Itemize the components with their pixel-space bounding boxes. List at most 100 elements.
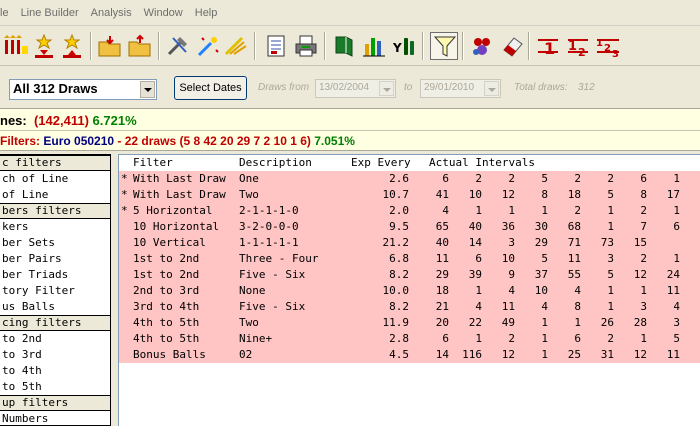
- draws-from-select[interactable]: 13/02/2004: [315, 79, 396, 98]
- chevron-down-icon[interactable]: [140, 81, 155, 98]
- cell-description: Two: [239, 316, 259, 329]
- cell-exp-every: 8.2: [389, 268, 409, 281]
- table-row[interactable]: * With Last Draw Two 10.7 41 10 12 8 18 5 8 17: [119, 187, 700, 203]
- menu-item[interactable]: Help: [189, 7, 224, 19]
- draws-select[interactable]: All 312 Draws: [9, 79, 157, 100]
- filter-tree-item[interactable]: ber Sets: [0, 235, 110, 251]
- cell-interval: 17: [666, 188, 680, 201]
- status1-prefix: nes:: [0, 113, 27, 128]
- table-row[interactable]: 10 Vertical 1-1-1-1-1 21.2 40 14 3 29 71 73 15: [119, 235, 700, 251]
- menu-item[interactable]: le: [0, 7, 15, 19]
- number-one-two-icon[interactable]: 12: [564, 32, 592, 60]
- filter-group-header[interactable]: bers filters: [0, 203, 110, 219]
- cell-exp-every: 8.2: [389, 300, 409, 313]
- menu-item[interactable]: Line Builder: [15, 7, 85, 19]
- cell-exp-every: 21.2: [382, 236, 410, 249]
- cell-interval: 1: [673, 172, 680, 185]
- book-icon[interactable]: [330, 32, 358, 60]
- cell-exp-every: 4.5: [389, 348, 409, 361]
- wand-icon[interactable]: [194, 32, 222, 60]
- filter-tree-item[interactable]: ber Triads: [0, 267, 110, 283]
- cell-exp-every: 10.0: [382, 284, 410, 297]
- filter-tree-item[interactable]: of Line: [0, 187, 110, 203]
- chevron-down-icon[interactable]: [379, 81, 394, 96]
- cell-filter: 4th to 5th: [133, 316, 200, 329]
- cell-filter: With Last Draw: [133, 188, 226, 201]
- combinations-status: nes: (142,411) 6.721%: [0, 109, 700, 131]
- draws-from-label: Draws from: [258, 82, 310, 93]
- menu-bar: le Line Builder Analysis Window Help: [0, 0, 700, 26]
- star-arrow-down-icon[interactable]: [30, 32, 58, 60]
- printer-icon[interactable]: [292, 32, 320, 60]
- toolbar: Y 1 12 123: [0, 26, 700, 66]
- cell-interval: 4: [673, 300, 680, 313]
- filter-tree-item[interactable]: to 3rd: [0, 347, 110, 363]
- cell-interval: 6: [673, 220, 680, 233]
- bars-red-icon[interactable]: [2, 32, 30, 60]
- header-filter[interactable]: Filter: [133, 155, 173, 171]
- select-dates-button[interactable]: Select Dates: [174, 76, 247, 100]
- filter-group-header[interactable]: cing filters: [0, 315, 110, 331]
- number-one-icon[interactable]: 1: [534, 32, 562, 60]
- row-marker: *: [121, 204, 128, 217]
- table-row[interactable]: 1st to 2nd Three - Four 6.8 11 6 10 5 11 3 2 1: [119, 251, 700, 267]
- draws-to-select[interactable]: 29/01/2010: [420, 79, 501, 98]
- cell-filter: 10 Horizontal: [133, 220, 220, 233]
- dates-bar: All 312 Draws Select Dates Draws from 13…: [0, 67, 700, 109]
- filters-status: Filters: Euro 050210 - 22 draws (5 8 42 …: [0, 131, 700, 151]
- filter-tree-item[interactable]: ch of Line: [0, 171, 110, 187]
- cell-description: 3-2-0-0-0: [239, 220, 299, 233]
- table-row[interactable]: * 5 Horizontal 2-1-1-1-0 2.0 4 1 1 1 2 1 2 1: [119, 203, 700, 219]
- chevron-down-icon[interactable]: [484, 81, 499, 96]
- table-row[interactable]: * With Last Draw One 2.6 6 2 2 5 2 2 6 1: [119, 171, 700, 187]
- menu-item[interactable]: Window: [138, 7, 189, 19]
- table-row[interactable]: 10 Horizontal 3-2-0-0-0 9.5 65 40 36 30 68 1 7 6: [119, 219, 700, 235]
- tools-icon[interactable]: [164, 32, 192, 60]
- filter-tree-item[interactable]: ber Pairs: [0, 251, 110, 267]
- table-row[interactable]: 3rd to 4th Five - Six 8.2 21 4 11 4 8 1 3 4: [119, 299, 700, 315]
- filter-tree-item[interactable]: to 2nd: [0, 331, 110, 347]
- header-actual-intervals[interactable]: Actual Intervals: [429, 155, 535, 171]
- cell-filter: Bonus Balls: [133, 348, 206, 361]
- filter-tree-item[interactable]: to 5th: [0, 379, 110, 395]
- table-row[interactable]: Bonus Balls 02 4.5 14 116 12 1 25 31 12 11: [119, 347, 700, 363]
- eraser-icon[interactable]: [498, 32, 526, 60]
- bar-chart-icon[interactable]: [360, 32, 388, 60]
- header-exp-every[interactable]: Exp Every: [351, 155, 411, 171]
- table-row[interactable]: 4th to 5th Nine+ 2.8 6 1 2 1 6 2 1 5: [119, 331, 700, 347]
- magic-lines-icon[interactable]: [222, 32, 250, 60]
- cell-interval: 3: [673, 316, 680, 329]
- table-row[interactable]: 4th to 5th Two 11.9 20 22 49 1 1 26 28 3: [119, 315, 700, 331]
- cell-filter: 2nd to 3rd: [133, 284, 200, 297]
- filter-icon[interactable]: [430, 32, 458, 60]
- balls-icon[interactable]: [468, 32, 496, 60]
- cell-description: Five - Six: [239, 300, 306, 313]
- cell-filter: 1st to 2nd: [133, 268, 200, 281]
- filter-tree-item[interactable]: tory Filter: [0, 283, 110, 299]
- number-one-two-three-icon[interactable]: 123: [594, 32, 622, 60]
- filter-tree-item[interactable]: kers: [0, 219, 110, 235]
- filter-tree-item[interactable]: Numbers: [0, 411, 110, 425]
- filter-group-header[interactable]: up filters: [0, 395, 110, 411]
- bottles-icon[interactable]: Y: [390, 32, 418, 60]
- folder-save-icon[interactable]: [126, 32, 154, 60]
- cell-description: 2-1-1-1-0: [239, 204, 299, 217]
- combinations-percent: 6.721%: [92, 113, 137, 128]
- folder-open-icon[interactable]: [96, 32, 124, 60]
- draws-from-value: 13/02/2004: [319, 82, 370, 93]
- filter-tree-item[interactable]: us Balls: [0, 299, 110, 315]
- menu-item[interactable]: Analysis: [85, 7, 138, 19]
- header-description[interactable]: Description: [239, 155, 312, 171]
- filter-group-header[interactable]: c filters: [0, 155, 110, 171]
- filter-tree-item[interactable]: to 4th: [0, 363, 110, 379]
- cell-description: 1-1-1-1-1: [239, 236, 299, 249]
- star-arrow-up-icon[interactable]: [58, 32, 86, 60]
- svg-text:1: 1: [544, 39, 555, 58]
- report-icon[interactable]: [262, 32, 290, 60]
- table-row[interactable]: 2nd to 3rd None 10.0 18 1 4 10 4 1 1 11: [119, 283, 700, 299]
- svg-text:2: 2: [604, 43, 611, 54]
- cell-interval: 5: [673, 332, 680, 345]
- table-row[interactable]: 1st to 2nd Five - Six 8.2 29 39 9 37 55 5 12 24: [119, 267, 700, 283]
- cell-exp-every: 2.0: [389, 204, 409, 217]
- cell-exp-every: 11.9: [382, 316, 410, 329]
